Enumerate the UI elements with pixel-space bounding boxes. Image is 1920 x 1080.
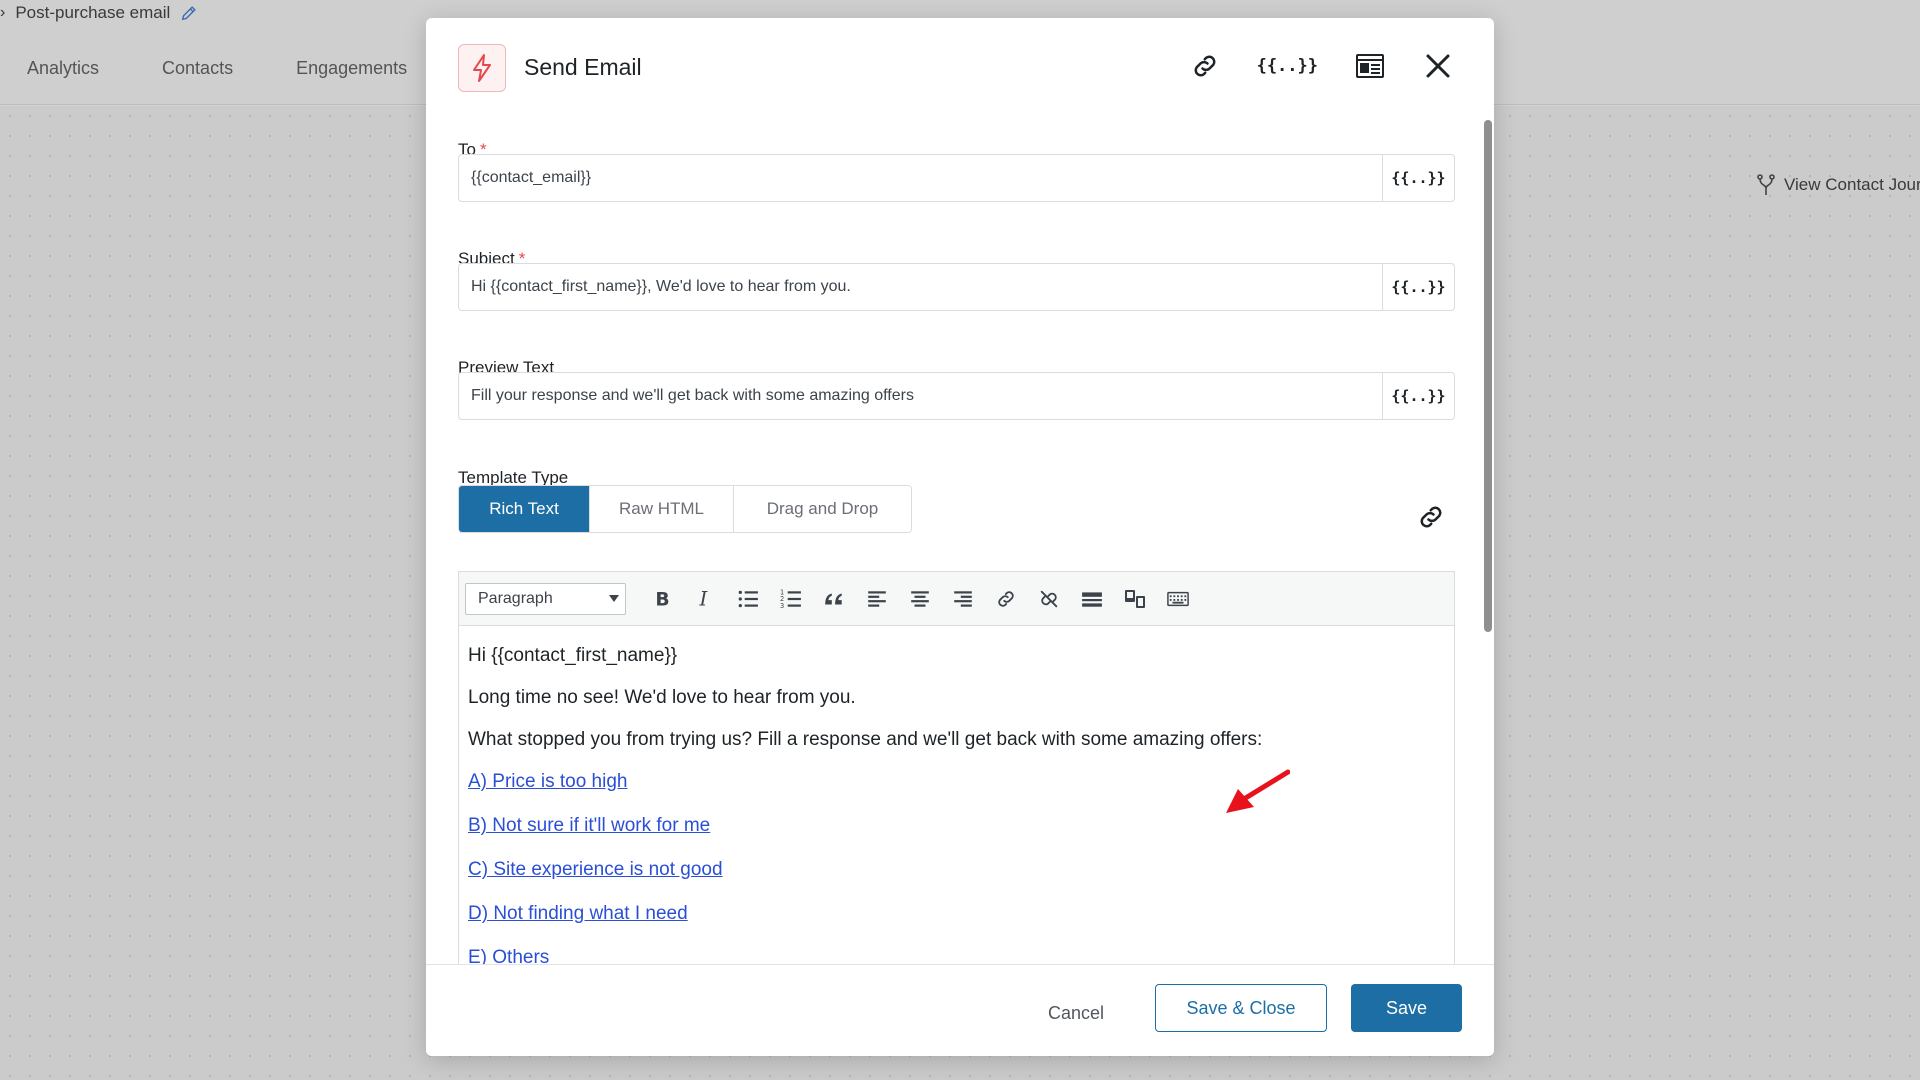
view-contact-journey-link[interactable]: View Contact Jour [1756, 174, 1920, 196]
svg-text:B: B [655, 589, 669, 609]
link-icon[interactable] [1416, 502, 1446, 532]
response-link-a[interactable]: A) Price is too high [468, 772, 1445, 791]
to-merge-tag-button[interactable]: {{..}} [1382, 155, 1454, 201]
template-type-raw-html[interactable]: Raw HTML [590, 486, 734, 532]
svg-text:I: I [698, 588, 708, 610]
bold-icon[interactable]: B [640, 579, 683, 619]
modal-footer: Cancel Save & Close Save [426, 964, 1494, 1056]
close-icon[interactable] [1422, 49, 1454, 83]
app-tabs: Analytics Contacts Engagements [27, 58, 407, 79]
align-center-icon[interactable] [898, 579, 941, 619]
save-and-close-button[interactable]: Save & Close [1155, 984, 1327, 1032]
breadcrumb: › Post-purchase email [0, 2, 198, 24]
merge-tag-insert-icon[interactable] [1113, 579, 1156, 619]
annotation-arrow-icon [1226, 769, 1290, 813]
preview-text-input[interactable] [459, 373, 1382, 419]
tab-contacts[interactable]: Contacts [162, 58, 233, 79]
tab-analytics[interactable]: Analytics [27, 58, 99, 79]
blockquote-icon[interactable] [812, 579, 855, 619]
subject-input[interactable] [459, 264, 1382, 310]
to-field: {{..}} [458, 154, 1455, 202]
editor-content[interactable]: Hi {{contact_first_name}} Long time no s… [459, 626, 1454, 967]
send-email-modal: Send Email {{..}} To * {{contact_email}}… [426, 18, 1494, 1056]
header-actions: {{..}} [1189, 49, 1454, 83]
modal-scrollbar[interactable] [1484, 120, 1492, 632]
template-preview-icon[interactable] [1354, 49, 1386, 83]
horizontal-rule-icon[interactable] [1070, 579, 1113, 619]
align-right-icon[interactable] [941, 579, 984, 619]
preview-text-field: {{..}} [458, 372, 1455, 420]
view-contact-journey-label: View Contact Jour [1784, 175, 1920, 194]
email-line-2: What stopped you from trying us? Fill a … [468, 729, 1263, 750]
cancel-button[interactable]: Cancel [1048, 1003, 1104, 1024]
unlink-icon[interactable] [1027, 579, 1070, 619]
template-type-toggle: Rich Text Raw HTML Drag and Drop [458, 485, 912, 533]
response-link-b[interactable]: B) Not sure if it'll work for me [468, 816, 1445, 835]
italic-icon[interactable]: I [683, 579, 726, 619]
tab-engagements[interactable]: Engagements [296, 58, 407, 79]
template-type-rich-text[interactable]: Rich Text [459, 486, 590, 532]
editor-toolbar: Paragraph B I 123 [459, 572, 1454, 626]
response-link-c[interactable]: C) Site experience is not good [468, 860, 1445, 879]
subject-field: {{..}} [458, 263, 1455, 311]
subject-merge-tag-button[interactable]: {{..}} [1382, 264, 1454, 310]
insert-link-icon[interactable] [984, 579, 1027, 619]
block-format-select[interactable]: Paragraph [465, 582, 626, 615]
rich-text-editor: Paragraph B I 123 Hi {{contact_first_nam… [458, 571, 1455, 991]
numbered-list-icon[interactable]: 123 [769, 579, 812, 619]
save-button[interactable]: Save [1351, 984, 1462, 1032]
caret-down-icon [609, 595, 619, 602]
block-format-value: Paragraph [478, 589, 553, 607]
automation-name: Post-purchase email [15, 3, 171, 22]
merge-tag-icon[interactable]: {{..}} [1257, 49, 1318, 83]
keyboard-icon[interactable] [1156, 579, 1199, 619]
modal-header: Send Email {{..}} [426, 18, 1494, 118]
template-type-drag-and-drop[interactable]: Drag and Drop [734, 486, 911, 532]
link-icon[interactable] [1189, 49, 1221, 83]
lightning-icon [458, 44, 506, 92]
chevron-right-icon[interactable]: › [0, 4, 5, 22]
svg-text:3: 3 [780, 601, 784, 609]
align-left-icon[interactable] [855, 579, 898, 619]
modal-title: Send Email [524, 54, 642, 80]
email-greeting: Hi {{contact_first_name}} [468, 645, 678, 666]
bullet-list-icon[interactable] [726, 579, 769, 619]
preview-merge-tag-button[interactable]: {{..}} [1382, 373, 1454, 419]
branch-icon [1757, 174, 1775, 195]
to-input[interactable] [459, 155, 1382, 201]
pencil-icon[interactable] [180, 4, 198, 22]
response-link-d[interactable]: D) Not finding what I need [468, 904, 1445, 923]
email-line-1: Long time no see! We'd love to hear from… [468, 687, 856, 708]
